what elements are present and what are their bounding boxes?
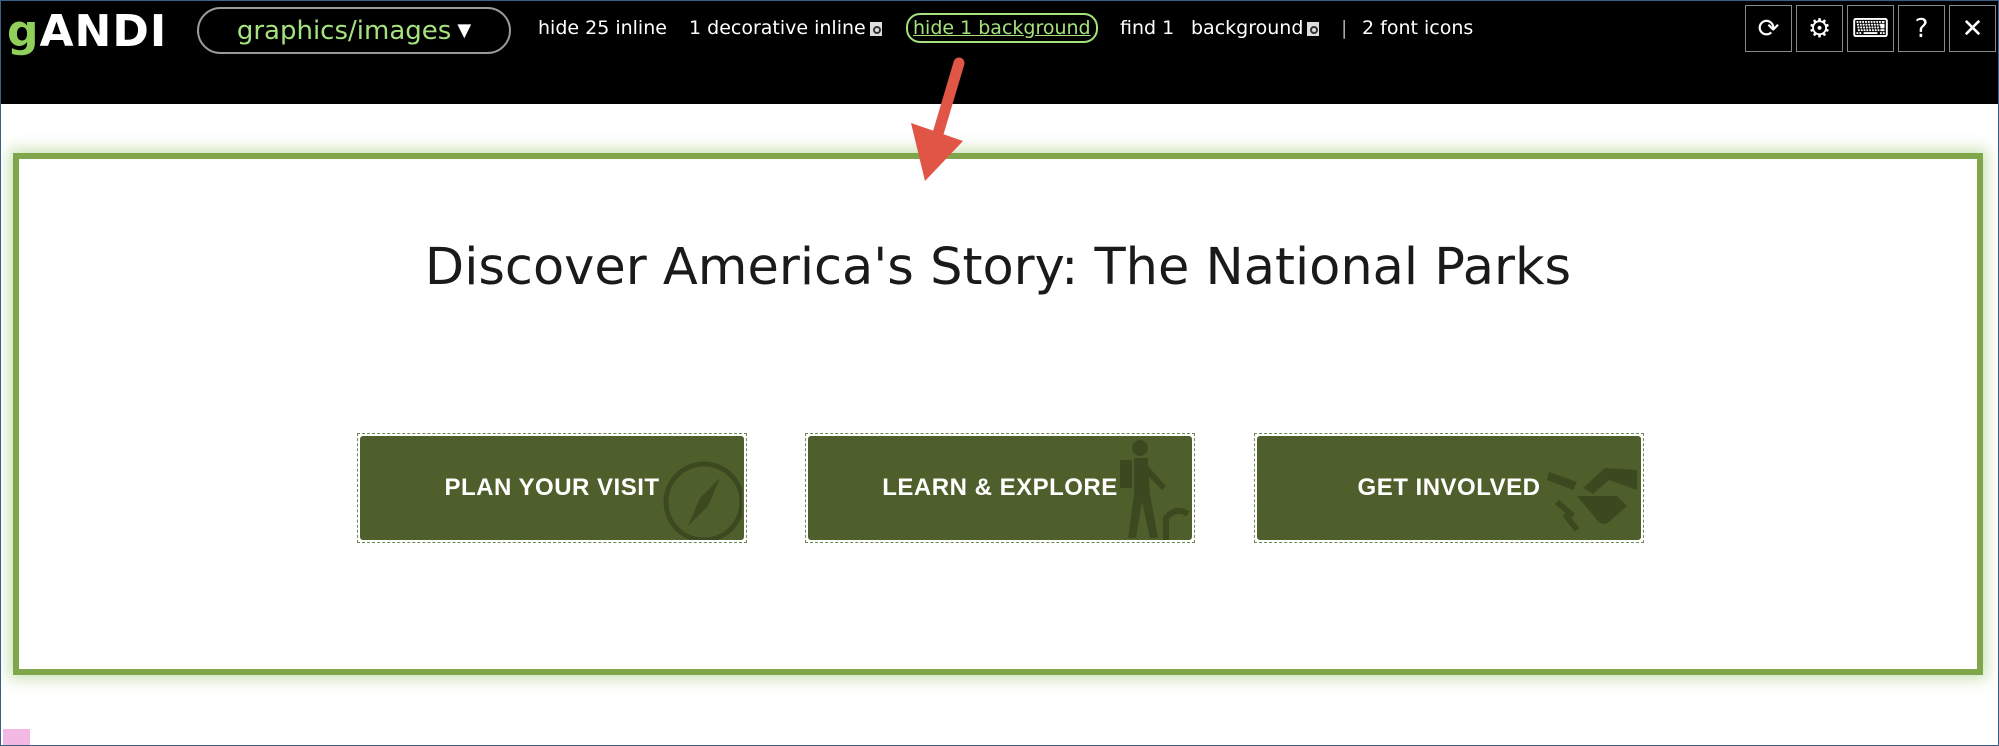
learn-explore-wrapper: LEARN & EXPLORE (805, 433, 1195, 543)
decorative-inline-button[interactable]: 1 decorative inline (689, 15, 882, 41)
callout-arrow-icon (911, 57, 965, 181)
andi-logo: gANDI (7, 7, 167, 57)
decorative-inline-label: 1 decorative inline (689, 17, 866, 39)
font-icons-button[interactable]: 2 font icons (1362, 15, 1473, 41)
refresh-icon[interactable]: ⟳ (1745, 5, 1792, 52)
keyboard-icon[interactable]: ⌨ (1847, 5, 1894, 52)
hiker-icon (1120, 440, 1190, 540)
plan-visit-wrapper: PLAN YOUR VISIT (357, 433, 747, 543)
background-button[interactable]: background (1191, 15, 1320, 41)
logo-g: g (7, 6, 40, 57)
plan-visit-label: PLAN YOUR VISIT (444, 474, 660, 501)
settings-icon[interactable]: ⚙ (1796, 5, 1843, 52)
andi-toolbar: gANDI graphics/images ▼ hide 25 inline 1… (1, 1, 1998, 104)
background-label: background (1191, 17, 1304, 39)
toolbar-separator: | (1341, 17, 1348, 39)
close-icon[interactable]: ✕ (1949, 5, 1996, 52)
browser-frame: gANDI graphics/images ▼ hide 25 inline 1… (0, 0, 1999, 746)
compass-icon (663, 461, 742, 540)
module-select[interactable]: graphics/images ▼ (197, 7, 511, 54)
learn-explore-label: LEARN & EXPLORE (882, 474, 1118, 501)
plan-visit-button[interactable]: PLAN YOUR VISIT (360, 436, 744, 540)
handshake-icon (1547, 468, 1637, 532)
help-icon[interactable]: ? (1898, 5, 1945, 52)
get-involved-button[interactable]: GET INVOLVED (1257, 436, 1641, 540)
get-involved-wrapper: GET INVOLVED (1254, 433, 1644, 543)
logo-andi: ANDI (39, 6, 168, 57)
chevron-down-icon: ▼ (457, 20, 472, 41)
page-marker (3, 729, 30, 745)
page-heading: Discover America's Story: The National P… (424, 238, 1572, 297)
hide-background-button[interactable]: hide 1 background (906, 13, 1098, 43)
hide-inline-button[interactable]: hide 25 inline (538, 15, 667, 41)
background-image-highlight: Discover America's Story: The National P… (13, 153, 1983, 675)
find-icon (869, 22, 882, 36)
toolbar-buttons: ⟳ ⚙ ⌨ ? ✕ (1745, 5, 1998, 55)
module-select-label: graphics/images (236, 15, 452, 46)
find-background-icon (1307, 22, 1320, 36)
learn-explore-button[interactable]: LEARN & EXPLORE (808, 436, 1192, 540)
get-involved-label: GET INVOLVED (1357, 474, 1541, 501)
find-button[interactable]: find 1 (1120, 15, 1174, 41)
